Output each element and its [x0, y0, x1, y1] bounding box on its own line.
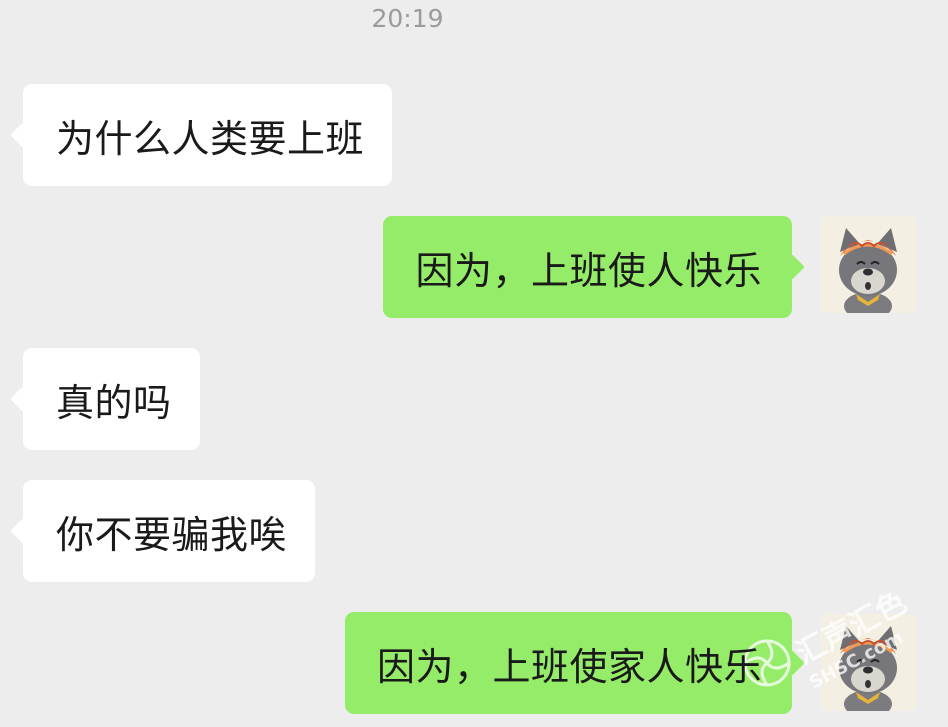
message-text: 因为，上班使家人快乐 [376, 644, 762, 689]
message-text: 真的吗 [56, 380, 172, 425]
grey-wolf-avatar-icon [820, 614, 917, 711]
avatar[interactable] [820, 614, 917, 711]
message-bubble-incoming[interactable]: 你不要骗我唉 [23, 480, 316, 582]
message-text: 因为，上班使人快乐 [415, 248, 762, 293]
avatar[interactable] [820, 216, 917, 313]
message-text: 为什么人类要上班 [56, 116, 365, 161]
chat-timestamp: 20:19 [371, 4, 444, 33]
message-bubble-outgoing[interactable]: 因为，上班使人快乐 [383, 216, 792, 318]
message-bubble-incoming[interactable]: 为什么人类要上班 [23, 84, 393, 186]
message-bubble-outgoing[interactable]: 因为，上班使家人快乐 [344, 612, 792, 714]
message-text: 你不要骗我唉 [56, 512, 288, 557]
grey-wolf-avatar-icon [820, 216, 917, 313]
message-bubble-incoming[interactable]: 真的吗 [23, 348, 200, 450]
